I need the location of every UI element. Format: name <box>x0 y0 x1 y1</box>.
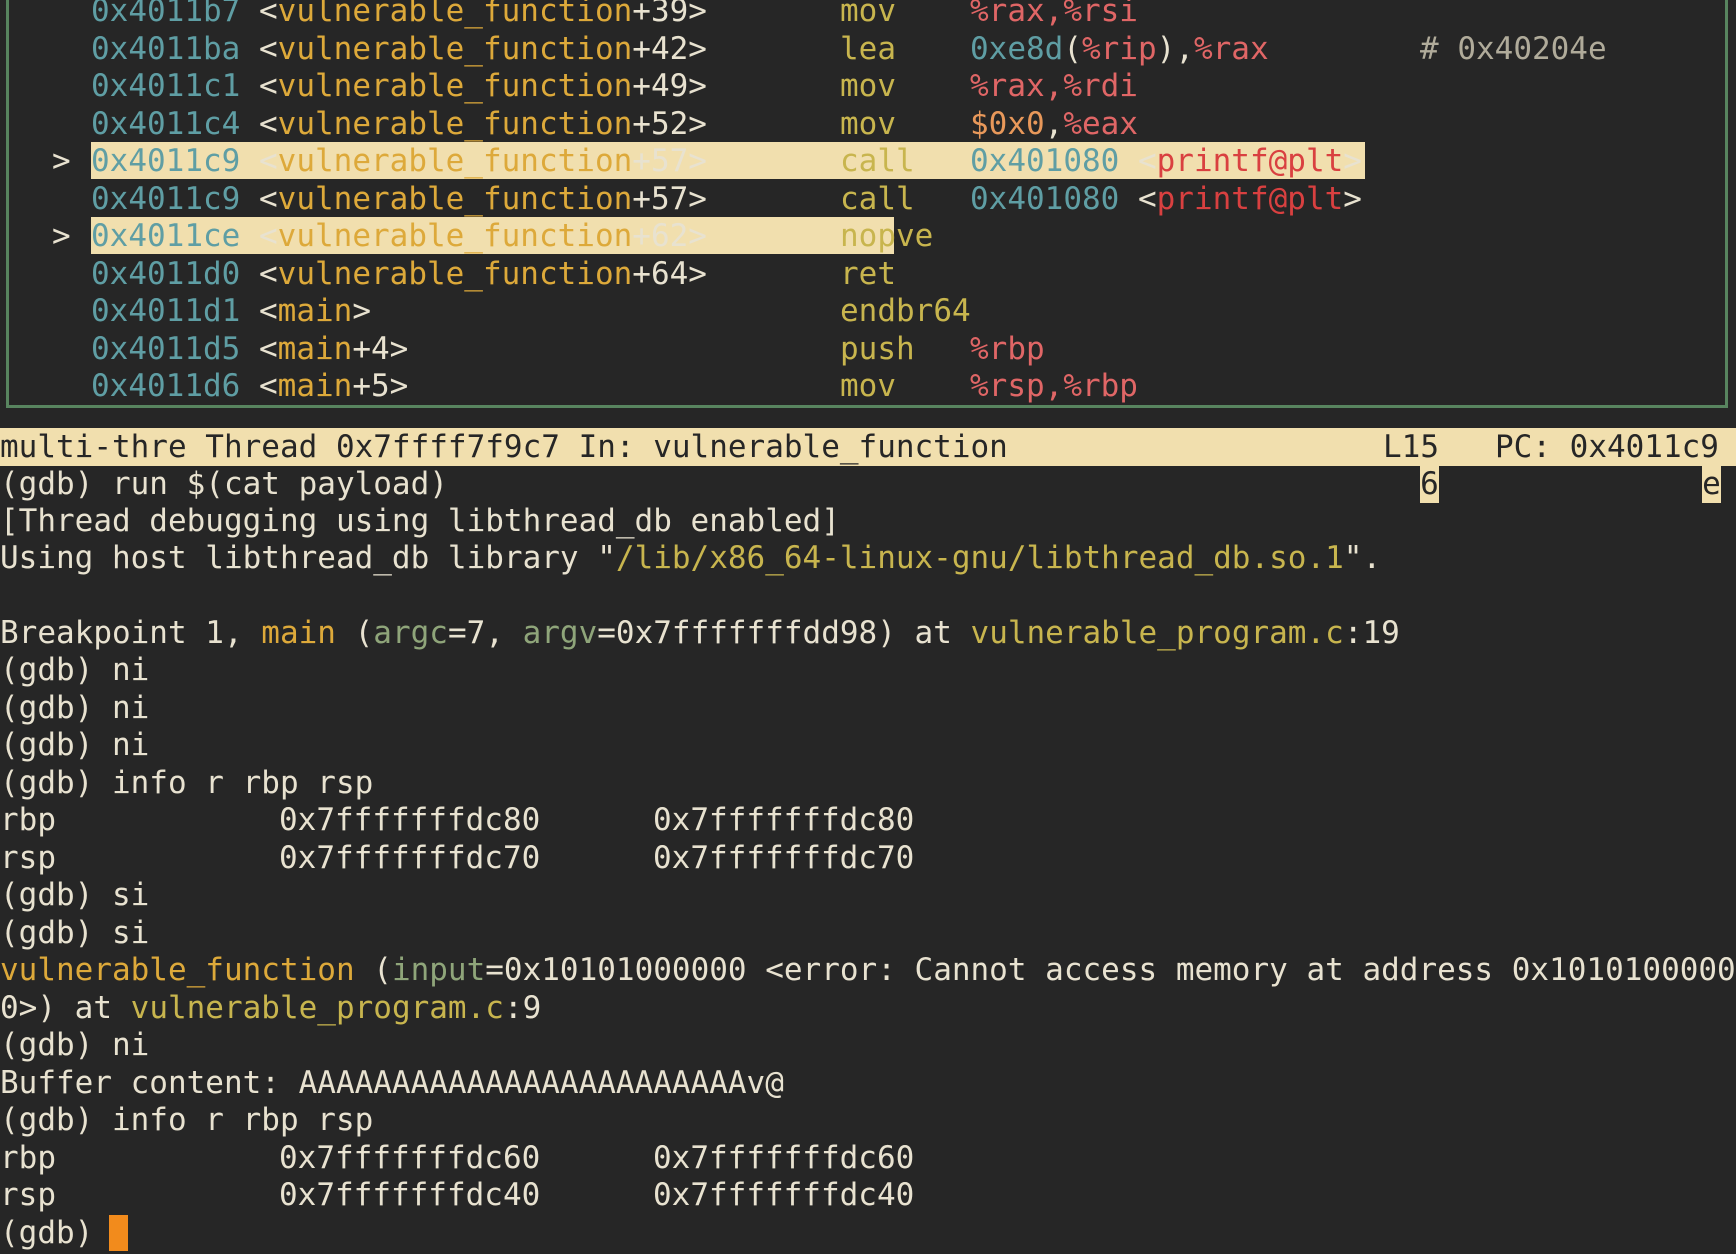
instruction-mnemonic: mov <box>840 0 896 29</box>
current-instruction-marker: > <box>52 143 71 179</box>
instruction-mnemonic: nopve <box>840 218 934 254</box>
symbol-label: <vulnerable_function+42> <box>259 30 707 67</box>
instruction-mnemonic: endbr64 <box>840 293 971 329</box>
instruction-operands: %rsp,%rbp <box>970 368 1138 404</box>
instruction-operands: $0x0,%eax <box>970 105 1138 142</box>
asm-row: 0x4011c9 <vulnerable_function+57> call 0x40… <box>0 180 1736 218</box>
command-line: (gdb) ni <box>0 652 150 688</box>
instruction-address: 0x4011d0 <box>91 255 241 292</box>
asm-row: 0x4011d5 <main+4> push %rbp <box>0 330 1736 368</box>
instruction-mnemonic: call <box>840 143 915 179</box>
symbol-label: <vulnerable_function+57> <box>259 180 707 217</box>
instruction-address: 0x4011ce <box>91 218 241 254</box>
command-line: (gdb) ni <box>0 1027 150 1063</box>
output-line: Using host libthread_db library "/lib/x8… <box>0 540 1382 576</box>
output-line: Buffer content: AAAAAAAAAAAAAAAAAAAAAAAA… <box>0 1065 784 1101</box>
instruction-operands: 0x401080 <printf@plt> <box>970 180 1362 217</box>
instruction-mnemonic: mov <box>840 68 896 104</box>
asm-row: 0x4011c1 <vulnerable_function+49> mov %rax,… <box>0 67 1736 105</box>
instruction-address: 0x4011c4 <box>91 105 241 142</box>
instruction-operands: 0x401080 <printf@plt> <box>970 143 1362 179</box>
instruction-operands: 0xe8d(%rip),%rax <box>970 30 1269 67</box>
instruction-operands: %rax,%rdi <box>970 68 1138 104</box>
asm-row: 0x4011d1 <main> endbr64 <box>0 292 1736 330</box>
symbol-label: <main+4> <box>259 330 409 367</box>
status-pc: PC: 0x4011c9 <box>1495 429 1719 465</box>
output-line: [Thread debugging using libthread_db ena… <box>0 503 840 539</box>
symbol-label: <vulnerable_function+64> <box>259 255 707 292</box>
register-row: rsp 0x7fffffffdc40 0x7fffffffdc40 <box>0 1177 915 1213</box>
asm-row: 0x4011b7 <vulnerable_function+39> mov %rax,… <box>0 0 1736 30</box>
command-line: (gdb) run $(cat payload) <box>0 466 448 502</box>
symbol-label: <main> <box>259 293 371 329</box>
instruction-address: 0x4011d5 <box>91 330 241 367</box>
current-instruction-marker: > <box>52 218 71 254</box>
text-cursor <box>109 1215 128 1251</box>
instruction-address: 0x4011ba <box>91 30 241 67</box>
breakpoint-line: Breakpoint 1, main (argc=7, argv=0x7ffff… <box>0 615 1400 651</box>
instruction-mnemonic: mov <box>840 368 896 404</box>
asm-row: 0x4011c4 <vulnerable_function+52> mov $0x0,… <box>0 105 1736 143</box>
instruction-mnemonic: ret <box>840 255 896 292</box>
frame-line: vulnerable_function (input=0x10101000000… <box>0 952 1736 988</box>
symbol-label: <main+5> <box>259 368 409 404</box>
command-line: (gdb) ni <box>0 727 150 763</box>
command-line: (gdb) si <box>0 877 150 913</box>
command-line: (gdb) ni <box>0 690 150 726</box>
register-row: rbp 0x7fffffffdc60 0x7fffffffdc60 <box>0 1140 915 1176</box>
instruction-operands: %rbp <box>970 330 1045 367</box>
instruction-address: 0x4011d6 <box>91 368 241 404</box>
asm-row: 0x4011d6 <main+5> mov %rsp,%rbp <box>0 367 1736 405</box>
command-line: (gdb) info r rbp rsp <box>0 1102 374 1138</box>
instruction-address: 0x4011d1 <box>91 293 241 329</box>
instruction-mnemonic: call <box>840 180 915 217</box>
gdb-prompt[interactable]: (gdb) <box>0 1215 112 1252</box>
status-line: L15 <box>1383 429 1439 465</box>
asm-row: >0x4011c9 <vulnerable_function+57> call 0x4… <box>0 142 1736 180</box>
frame-line-wrap: 0>) at vulnerable_program.c:9 <box>0 990 542 1026</box>
status-line-wrap: 6 <box>1420 466 1439 503</box>
symbol-label: <vulnerable_function+57> <box>259 143 707 179</box>
instruction-mnemonic: push <box>840 330 915 367</box>
instruction-address: 0x4011c9 <box>91 143 241 179</box>
asm-row: >0x4011ce <vulnerable_function+62> nopve <box>0 217 1736 255</box>
symbol-label: <vulnerable_function+49> <box>259 68 707 104</box>
symbol-label: <vulnerable_function+52> <box>259 105 707 142</box>
instruction-mnemonic: lea <box>840 30 896 67</box>
status-thread: multi-thre Thread 0x7ffff7f9c7 In: vulne… <box>0 429 1008 465</box>
register-row: rsp 0x7fffffffdc70 0x7fffffffdc70 <box>0 840 915 876</box>
status-pc-wrap: e <box>1702 466 1721 503</box>
instruction-address: 0x4011b7 <box>91 0 241 29</box>
symbol-label: <vulnerable_function+62> <box>259 218 707 254</box>
command-line: (gdb) si <box>0 915 150 951</box>
instruction-comment: # 0x40204e <box>1420 30 1607 67</box>
instruction-mnemonic: mov <box>840 105 896 142</box>
register-row: rbp 0x7fffffffdc80 0x7fffffffdc80 <box>0 802 915 838</box>
asm-row: 0x4011d0 <vulnerable_function+64> ret <box>0 255 1736 293</box>
asm-row: 0x4011ba <vulnerable_function+42> lea 0xe8d… <box>0 30 1736 68</box>
symbol-label: <vulnerable_function+39> <box>259 0 707 29</box>
instruction-operands: %rax,%rsi <box>970 0 1138 29</box>
instruction-address: 0x4011c1 <box>91 68 241 104</box>
instruction-address: 0x4011c9 <box>91 180 241 217</box>
command-line: (gdb) info r rbp rsp <box>0 765 374 801</box>
status-bar: multi-thre Thread 0x7ffff7f9c7 In: vulne… <box>0 428 1736 466</box>
